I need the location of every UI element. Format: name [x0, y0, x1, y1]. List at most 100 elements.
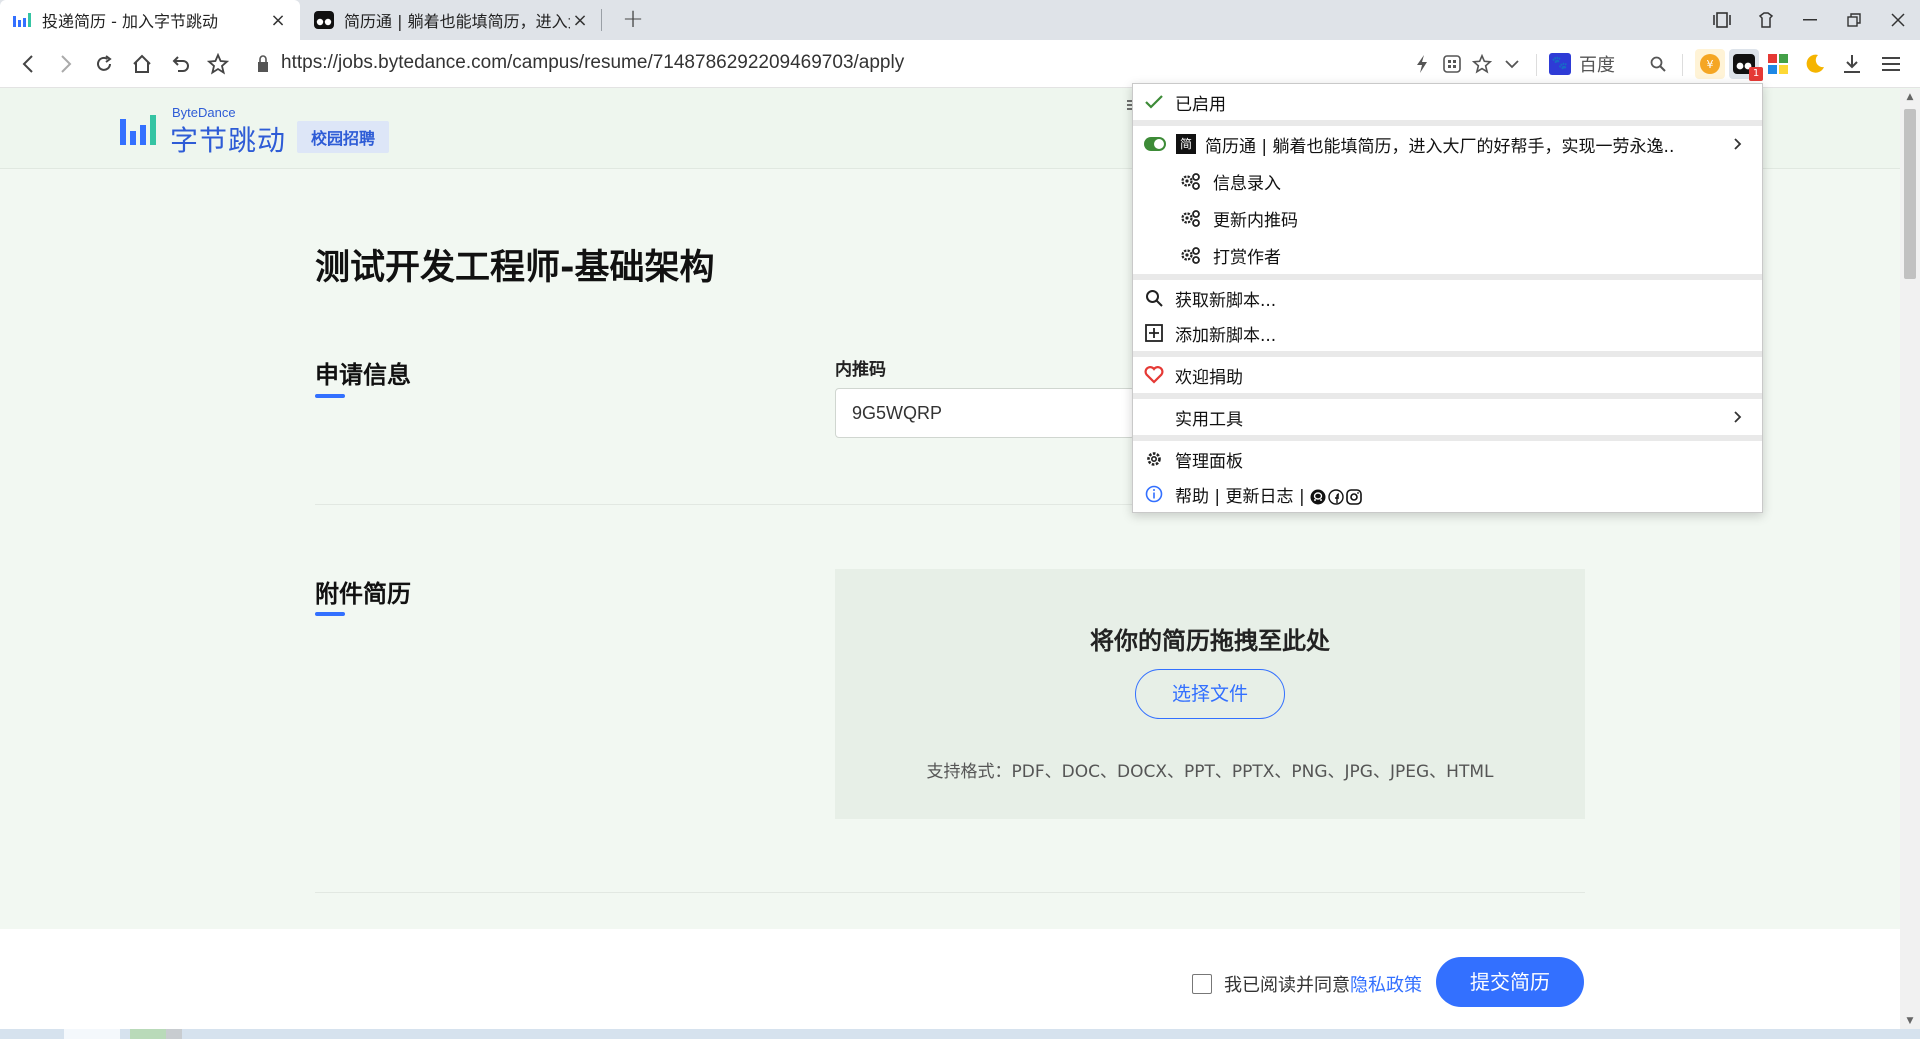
tampermonkey-extension-icon[interactable]: 1 — [1729, 49, 1763, 81]
tampermonkey-favicon-icon — [314, 11, 334, 29]
close-tab-icon[interactable]: × — [570, 10, 590, 31]
search-icon[interactable] — [1644, 50, 1672, 78]
agree-checkbox[interactable] — [1192, 974, 1212, 994]
drop-zone-title: 将你的简历拖拽至此处 — [1090, 627, 1330, 655]
favorite-star-icon[interactable] — [1468, 50, 1496, 78]
new-tab-button[interactable]: + — [617, 4, 649, 36]
script-name: 简历通 | 躺着也能填简历，进入大厂的好帮手，实现一劳永逸... — [1205, 136, 1675, 157]
chevron-right-icon — [1734, 134, 1742, 155]
menu-item-add-script[interactable]: 添加新脚本... — [1133, 316, 1762, 350]
scroll-up-icon[interactable]: ▲ — [1900, 89, 1920, 105]
agree-text: 我已阅读并同意 — [1224, 975, 1350, 996]
gears-icon — [1180, 244, 1202, 266]
baidu-paw-icon: 🐾 — [1549, 53, 1571, 75]
divider — [315, 892, 1585, 893]
menu-item-label: 帮助 | 更新日志 | — [1175, 486, 1305, 507]
taskbar-item[interactable] — [64, 1029, 120, 1039]
chevron-down-icon[interactable] — [1498, 50, 1526, 78]
taskbar-strip — [0, 1029, 1920, 1039]
back-icon[interactable] — [12, 48, 44, 80]
menu-item-command-tip[interactable]: 打赏作者 — [1133, 238, 1762, 272]
menu-icon[interactable] — [1876, 49, 1906, 79]
minimize-icon[interactable] — [1788, 0, 1832, 40]
url-field[interactable]: https://jobs.bytedance.com/campus/resume… — [281, 52, 904, 74]
extension-badge: 1 — [1749, 67, 1763, 81]
tab-jianlitong[interactable]: 简历通 | 躺着也能填简历，进入大厂的好帮手 × — [302, 0, 602, 40]
tab-title: 投递简历 - 加入字节跳动 — [42, 12, 218, 31]
svg-text:¥: ¥ — [1707, 58, 1714, 71]
menu-item-script[interactable]: 简 简历通 | 躺着也能填简历，进入大厂的好帮手，实现一劳永逸... — [1133, 127, 1762, 161]
logo-chinese: 字节跳动 — [170, 124, 287, 157]
bytedance-favicon-icon — [13, 13, 31, 27]
home-icon[interactable] — [126, 48, 158, 80]
taskbar-item[interactable] — [166, 1029, 182, 1039]
menu-item-help-row: 帮助 | 更新日志 | — [1175, 482, 1362, 507]
menu-item-enabled[interactable]: 已启用 — [1133, 85, 1762, 119]
script-toggle[interactable] — [1144, 137, 1166, 151]
referral-code-label: 内推码 — [835, 360, 886, 380]
sidebar-toggle-icon[interactable] — [1700, 0, 1744, 40]
tampermonkey-menu: 已启用 简 简历通 | 躺着也能填简历，进入大厂的好帮手，实现一劳永逸... 信… — [1132, 83, 1763, 513]
menu-item-utilities[interactable]: 实用工具 — [1133, 400, 1762, 434]
submit-resume-button[interactable]: 提交简历 — [1436, 957, 1584, 1007]
script-logo-icon: 简 — [1176, 134, 1196, 154]
menu-item-donate[interactable]: 欢迎捐助 — [1133, 358, 1762, 392]
bytedance-logo-icon[interactable] — [120, 113, 160, 145]
campus-recruit-badge[interactable]: 校园招聘 — [297, 121, 390, 153]
menu-item-help[interactable]: 帮助 | 更新日志 | — [1133, 477, 1762, 511]
apps-grid-icon[interactable] — [1763, 49, 1793, 79]
divider — [1536, 54, 1537, 76]
forward-icon[interactable] — [50, 48, 82, 80]
menu-separator — [1133, 120, 1762, 126]
menu-separator — [1133, 351, 1762, 357]
bookmark-star-icon[interactable] — [202, 48, 234, 80]
extension-coupon-icon[interactable]: ¥ — [1695, 49, 1725, 79]
vertical-scrollbar[interactable]: ▲ ▼ — [1900, 89, 1920, 1029]
close-window-icon[interactable] — [1876, 0, 1920, 40]
undo-close-tab-icon[interactable] — [164, 48, 196, 80]
search-engine-name: 百度 — [1579, 55, 1615, 76]
reload-icon[interactable] — [88, 48, 120, 80]
scrollbar-thumb[interactable] — [1904, 109, 1916, 279]
divider — [1682, 54, 1683, 76]
menu-separator — [1133, 393, 1762, 399]
dark-mode-moon-icon[interactable] — [1800, 49, 1830, 79]
github-icon[interactable] — [1310, 489, 1326, 505]
skin-icon[interactable] — [1744, 0, 1788, 40]
download-icon[interactable] — [1837, 49, 1867, 79]
tab-title: 简历通 | 躺着也能填简历，进入大厂的好帮手 — [344, 12, 570, 31]
scroll-down-icon[interactable]: ▼ — [1900, 1013, 1920, 1029]
menu-item-label: 管理面板 — [1175, 451, 1243, 472]
instagram-icon[interactable] — [1346, 488, 1362, 505]
tab-resume-apply[interactable]: 投递简历 - 加入字节跳动 × — [0, 0, 300, 40]
privacy-policy-link[interactable]: 隐私政策 — [1350, 971, 1422, 997]
search-icon — [1143, 287, 1165, 309]
choose-file-button[interactable]: 选择文件 — [1135, 669, 1285, 719]
qrcode-icon[interactable] — [1438, 50, 1466, 78]
menu-item-get-scripts[interactable]: 获取新脚本... — [1133, 281, 1762, 315]
menu-item-label: 实用工具 — [1175, 409, 1243, 430]
navigation-bar: https://jobs.bytedance.com/campus/resume… — [0, 40, 1920, 88]
menu-item-label: 信息录入 — [1213, 173, 1281, 194]
menu-item-label: 获取新脚本... — [1175, 290, 1277, 311]
resume-drop-zone[interactable]: 将你的简历拖拽至此处 选择文件 支持格式：PDF、DOC、DOCX、PPT、PP… — [835, 569, 1585, 819]
plus-square-icon — [1143, 322, 1165, 344]
menu-item-label: 更新内推码 — [1213, 210, 1298, 231]
close-tab-icon[interactable]: × — [268, 10, 288, 31]
menu-item-command-referral[interactable]: 更新内推码 — [1133, 201, 1762, 235]
tab-divider — [601, 9, 602, 31]
section-title-attachment: 附件简历 — [315, 580, 411, 608]
restore-icon[interactable] — [1832, 0, 1876, 40]
chevron-right-icon — [1734, 407, 1742, 428]
menu-separator — [1133, 435, 1762, 441]
facebook-icon[interactable] — [1328, 488, 1344, 505]
menu-item-label: 已启用 — [1175, 94, 1226, 115]
lightning-icon[interactable] — [1408, 50, 1436, 78]
referral-code-input[interactable]: 9G5WQRP — [835, 388, 1135, 438]
menu-item-dashboard[interactable]: 管理面板 — [1133, 442, 1762, 476]
gears-icon — [1180, 170, 1202, 192]
taskbar-item[interactable] — [130, 1029, 166, 1039]
menu-item-command-info[interactable]: 信息录入 — [1133, 164, 1762, 198]
gear-icon — [1143, 448, 1165, 470]
search-engine-selector[interactable]: 🐾 百度 — [1549, 50, 1615, 78]
